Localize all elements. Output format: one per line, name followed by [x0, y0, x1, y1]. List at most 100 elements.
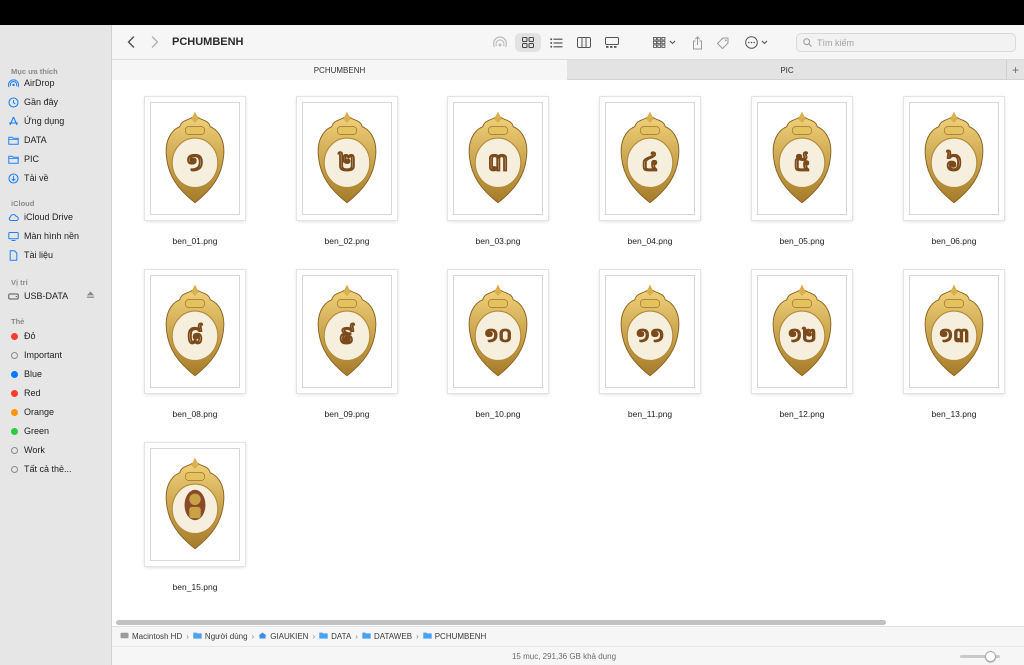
file-name[interactable]: ben_02.png — [279, 236, 415, 246]
file-name[interactable]: ben_09.png — [279, 409, 415, 419]
sidebar-item-data[interactable]: DATA — [8, 131, 108, 149]
forward-button[interactable] — [148, 34, 162, 50]
group-by-button[interactable] — [652, 33, 678, 52]
file-item[interactable]: ១០ ben_10.png — [430, 254, 550, 419]
search-input[interactable] — [817, 37, 997, 48]
sidebar-item-tai-ve[interactable]: Tải về — [8, 169, 108, 187]
sidebar-item-blue[interactable]: Blue — [8, 365, 108, 383]
new-tab-button[interactable]: + — [1006, 60, 1024, 80]
sidebar-item-orange[interactable]: Orange — [8, 403, 108, 421]
chevron-right-icon: › — [416, 632, 419, 641]
file-thumbnail[interactable]: ១ — [145, 97, 245, 220]
file-item[interactable]: ៦ ben_06.png — [886, 81, 1006, 246]
sidebar-item-label: Blue — [24, 369, 43, 379]
file-item[interactable]: ១១ ben_11.png — [582, 254, 702, 419]
search-field[interactable] — [796, 33, 1016, 52]
path-crumb[interactable]: DATA — [319, 632, 351, 641]
file-thumbnail[interactable]: ១៣ — [904, 270, 1004, 393]
file-thumbnail[interactable]: ៣ — [448, 97, 548, 220]
file-thumbnail[interactable]: ១២ — [752, 270, 852, 393]
slider-knob[interactable] — [984, 651, 996, 662]
file-thumbnail[interactable]: ៤ — [600, 97, 700, 220]
back-button[interactable] — [124, 34, 138, 50]
horizontal-scrollbar[interactable] — [116, 619, 1020, 625]
chevron-right-icon: › — [312, 632, 316, 641]
file-item[interactable]: ៩ ben_09.png — [279, 254, 399, 419]
sidebar-item-important[interactable]: Important — [8, 346, 108, 364]
sidebar-item-tai-lieu[interactable]: Tài liệu — [8, 246, 108, 264]
file-grid: ១ ben_01.png ២ ben_02.png ៣ ben_03.png ៤ ben_04… — [112, 81, 1024, 641]
folder-icon — [362, 632, 371, 641]
sidebar-item-label: Tất cả thẻ... — [24, 464, 72, 474]
sidebar-item-tat-ca-the[interactable]: Tất cả thẻ... — [8, 460, 108, 478]
file-item[interactable]: ៣ ben_03.png — [430, 81, 550, 246]
emblem-image: ២ — [302, 102, 392, 215]
file-item[interactable]: ១២ ben_12.png — [734, 254, 854, 419]
sidebar-item-pic[interactable]: PIC — [8, 150, 108, 168]
tag-button[interactable] — [716, 33, 730, 52]
file-thumbnail[interactable]: ៨ — [145, 270, 245, 393]
status-bar: 15 mục, 291,36 GB khả dụng — [112, 646, 1024, 665]
emblem-image: ១២ — [757, 275, 847, 388]
file-name[interactable]: ben_10.png — [430, 409, 566, 419]
file-item[interactable]: ៨ ben_08.png — [127, 254, 247, 419]
path-crumb[interactable]: DATAWEB — [362, 632, 412, 641]
sidebar-item-ung-dung[interactable]: Ứng dụng — [8, 112, 108, 130]
file-name[interactable]: ben_11.png — [582, 409, 718, 419]
sidebar-item-green[interactable]: Green — [8, 422, 108, 440]
file-name[interactable]: ben_06.png — [886, 236, 1022, 246]
sidebar-item-icloud-drive[interactable]: iCloud Drive — [8, 208, 108, 226]
sidebar-item-label: Important — [24, 350, 63, 360]
file-name[interactable]: ben_13.png — [886, 409, 1022, 419]
file-thumbnail[interactable]: ៥ — [752, 97, 852, 220]
file-thumbnail[interactable] — [145, 443, 245, 566]
sidebar-item-gan-day[interactable]: Gần đây — [8, 93, 108, 111]
tab-pic[interactable]: PIC — [568, 60, 1006, 80]
svg-text:១១: ១១ — [636, 324, 665, 346]
icon-size-slider[interactable] — [960, 651, 1000, 662]
sidebar-item-label: Red — [24, 388, 41, 398]
sidebar-item-usb-data[interactable]: USB-DATA — [8, 287, 108, 305]
sidebar-item-label: USB-DATA — [24, 291, 69, 301]
tab-pchumbenh[interactable]: PCHUMBENH — [112, 60, 567, 80]
file-thumbnail[interactable]: ៩ — [297, 270, 397, 393]
file-thumbnail[interactable]: ២ — [297, 97, 397, 220]
sidebar-item-airdrop[interactable]: AirDrop — [8, 74, 108, 92]
ellipsis-circle-icon — [745, 36, 768, 49]
file-item[interactable]: ២ ben_02.png — [279, 81, 399, 246]
gallery-view-button[interactable] — [603, 33, 621, 52]
emblem-image: ១១ — [605, 275, 695, 388]
emblem-image: ១ — [150, 102, 240, 215]
path-crumb[interactable]: Người dùng — [193, 632, 248, 641]
file-name[interactable]: ben_03.png — [430, 236, 566, 246]
file-name[interactable]: ben_05.png — [734, 236, 870, 246]
sidebar-item-do[interactable]: Đỏ — [8, 327, 108, 345]
scrollbar-thumb[interactable] — [116, 620, 886, 625]
sidebar-item-red[interactable]: Red — [8, 384, 108, 402]
file-thumbnail[interactable]: ១០ — [448, 270, 548, 393]
file-thumbnail[interactable]: ១១ — [600, 270, 700, 393]
path-crumb[interactable]: Macintosh HD — [120, 632, 182, 641]
file-name[interactable]: ben_08.png — [127, 409, 263, 419]
file-thumbnail[interactable]: ៦ — [904, 97, 1004, 220]
icon-view-button[interactable] — [515, 33, 541, 52]
sidebar-item-work[interactable]: Work — [8, 441, 108, 459]
file-item[interactable]: ១៣ ben_13.png — [886, 254, 1006, 419]
share-button[interactable] — [690, 33, 704, 52]
eject-icon[interactable] — [86, 290, 96, 300]
more-actions-button[interactable] — [744, 33, 772, 52]
sidebar-item-man-hinh-nen[interactable]: Màn hình nền — [8, 227, 108, 245]
path-crumb[interactable]: GIAUKIEN — [258, 632, 308, 641]
file-name[interactable]: ben_01.png — [127, 236, 263, 246]
path-crumb[interactable]: PCHUMBENH — [423, 632, 486, 641]
file-name[interactable]: ben_12.png — [734, 409, 870, 419]
file-item[interactable]: ben_15.png — [127, 427, 247, 592]
file-name[interactable]: ben_15.png — [127, 582, 263, 592]
file-item[interactable]: ៥ ben_05.png — [734, 81, 854, 246]
list-view-button[interactable] — [548, 33, 564, 52]
file-item[interactable]: ៤ ben_04.png — [582, 81, 702, 246]
file-item[interactable]: ១ ben_01.png — [127, 81, 247, 246]
file-name[interactable]: ben_04.png — [582, 236, 718, 246]
airdrop-button[interactable] — [490, 33, 510, 52]
column-view-button[interactable] — [575, 33, 593, 52]
